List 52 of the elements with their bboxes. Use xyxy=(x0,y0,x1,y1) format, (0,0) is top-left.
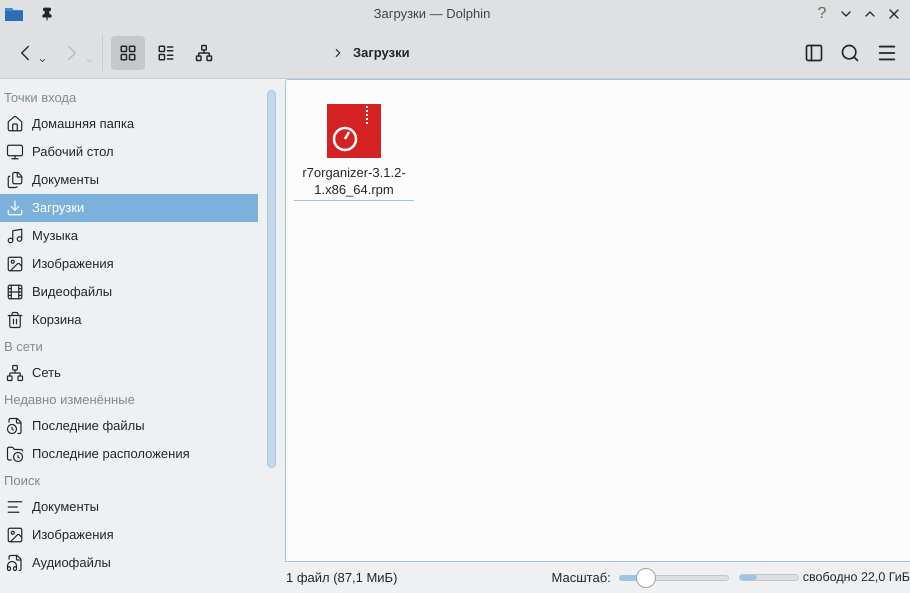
zoom-label: Масштаб: xyxy=(552,568,611,587)
image-icon xyxy=(6,255,24,273)
tree-view-icon xyxy=(195,44,213,62)
sidebar-item[interactable]: Домашняя папка xyxy=(0,110,258,138)
window-title: Загрузки — Dolphin xyxy=(372,4,492,23)
file-item[interactable]: r7organizer-3.1.2-1.x86_64.rpm xyxy=(294,104,414,201)
sidebar-item[interactable]: Документы xyxy=(0,493,258,521)
section-header: В сети xyxy=(3,338,44,356)
file-clock-icon xyxy=(6,417,24,435)
help-button[interactable]: ? xyxy=(810,2,834,26)
music-note-icon xyxy=(6,227,24,245)
folder-icon xyxy=(4,6,24,22)
zoom-slider[interactable] xyxy=(618,568,729,588)
trash-icon xyxy=(6,311,24,329)
status-summary: 1 файл (87,1 МиБ) xyxy=(286,568,398,587)
file-name: r7organizer-3.1.2-1.x86_64.rpm xyxy=(301,164,407,198)
compact-view-icon xyxy=(157,44,175,62)
folder-clock-icon xyxy=(6,445,24,463)
slider-thumb[interactable] xyxy=(636,568,656,588)
sidebar-item[interactable]: Изображения xyxy=(0,250,258,278)
download-icon xyxy=(6,199,24,217)
split-view-icon[interactable] xyxy=(804,42,824,62)
section-header: Поиск xyxy=(3,472,42,490)
sidebar-item[interactable]: Музыка xyxy=(0,222,258,250)
view-mode-button[interactable] xyxy=(111,36,145,70)
documents-icon xyxy=(6,171,24,189)
scrollbar-thumb[interactable] xyxy=(267,90,276,468)
sidebar-item[interactable]: Аудиофайлы xyxy=(0,549,258,577)
pin-icon[interactable] xyxy=(40,6,54,20)
text-lines-icon xyxy=(6,498,24,516)
image-icon xyxy=(6,526,24,544)
audio-file-icon xyxy=(6,554,24,572)
house-icon xyxy=(6,115,24,133)
sidebar-item[interactable]: Документы xyxy=(0,166,258,194)
icons-view-icon xyxy=(119,44,137,62)
film-icon xyxy=(6,283,24,301)
sidebar-item[interactable]: Изображения xyxy=(0,521,258,549)
sidebar-item[interactable]: Видеофайлы xyxy=(0,278,258,306)
sidebar-item[interactable]: Последние файлы xyxy=(0,412,258,440)
back-history-icon[interactable] xyxy=(38,56,47,65)
search-icon[interactable] xyxy=(840,42,860,62)
sidebar-item[interactable]: Корзина xyxy=(0,306,258,334)
package-icon xyxy=(327,104,381,158)
desktop-icon xyxy=(6,143,24,161)
free-space-text: свободно 22,0 ГиБ xyxy=(802,569,910,586)
section-header: Точки входа xyxy=(3,88,78,107)
sidebar-item[interactable]: Рабочий стол xyxy=(0,138,258,166)
sidebar-item[interactable]: Последние расположения xyxy=(0,440,258,468)
network-icon xyxy=(6,364,24,382)
breadcrumb-button[interactable]: Загрузки xyxy=(353,42,410,62)
section-header: Недавно изменённые xyxy=(3,390,136,409)
sidebar-item[interactable]: Сеть xyxy=(0,359,258,387)
